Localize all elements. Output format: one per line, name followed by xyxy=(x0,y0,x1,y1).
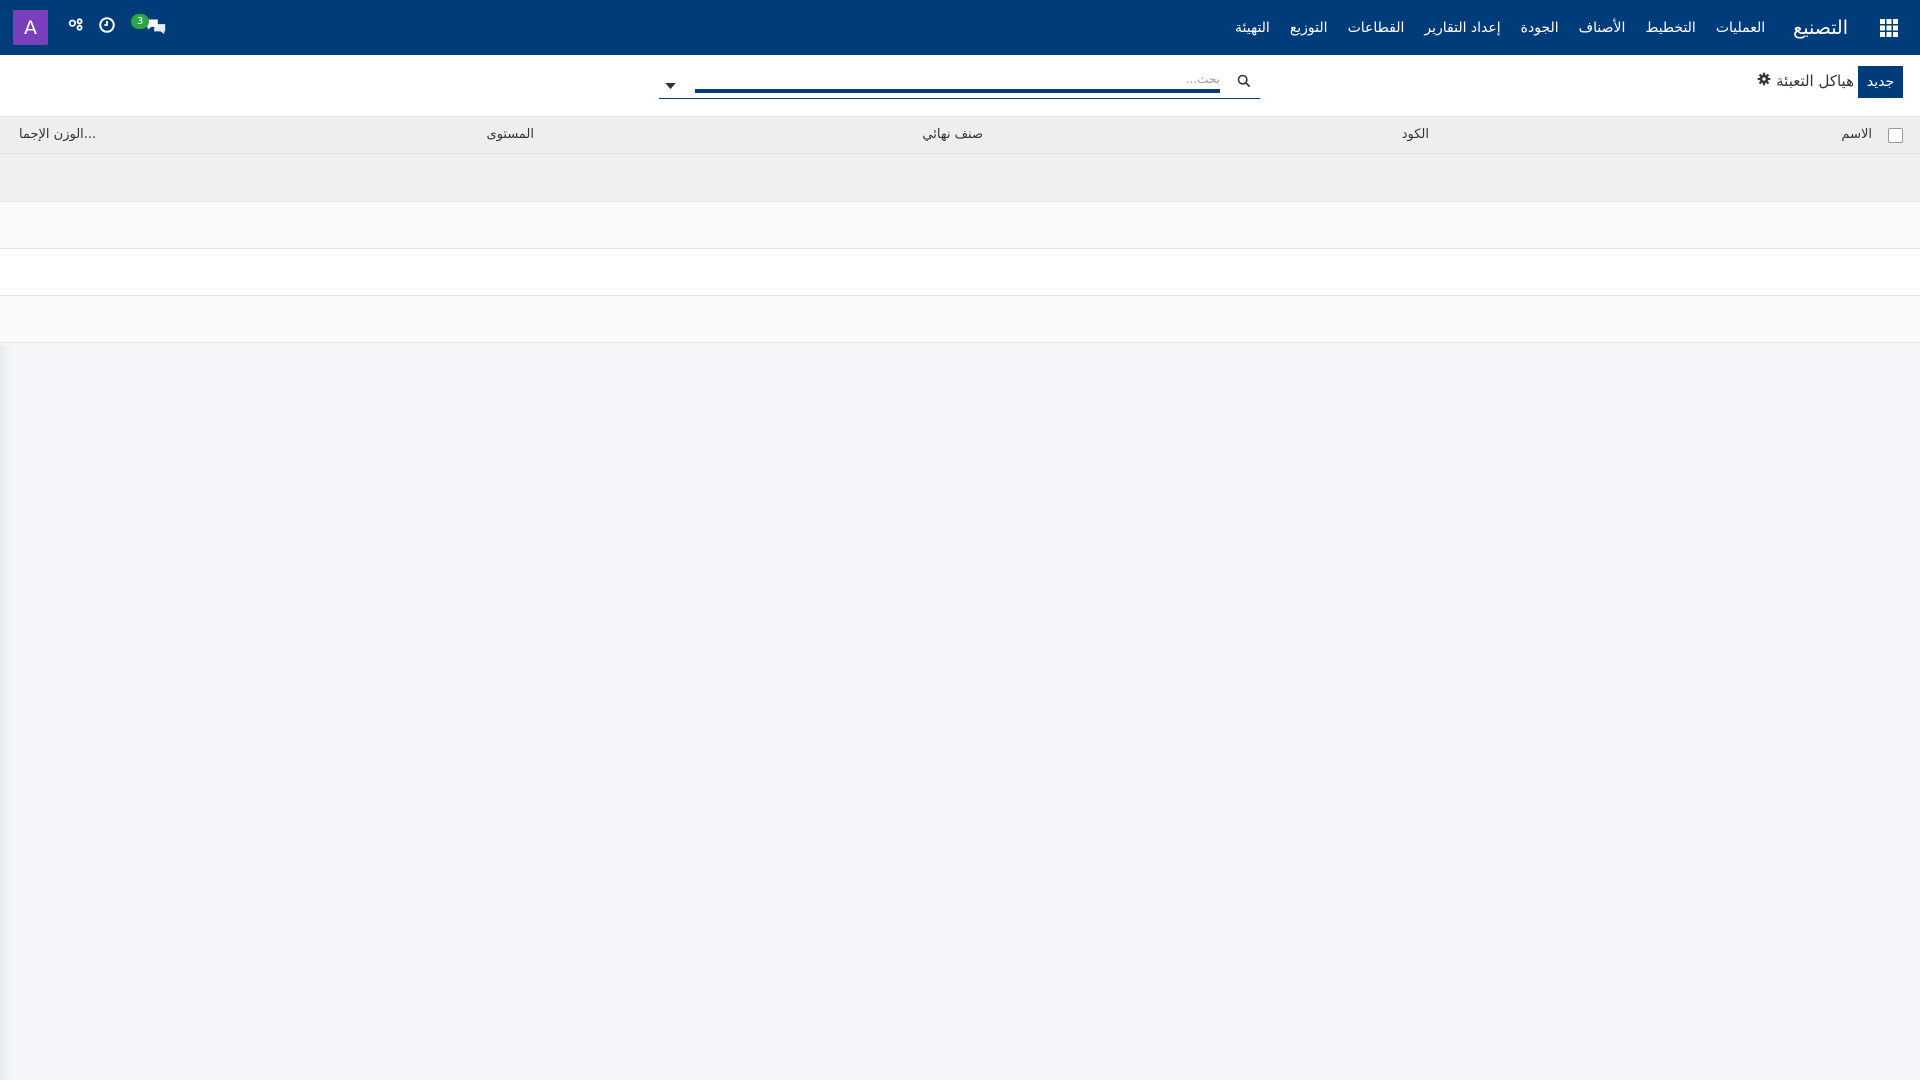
new-button[interactable]: جديد xyxy=(1858,66,1903,98)
left-edge-shadow xyxy=(0,345,12,1080)
grid-icon[interactable] xyxy=(1858,0,1920,55)
search-icon[interactable] xyxy=(1237,73,1252,88)
menu-item-quality[interactable]: الجودة xyxy=(1511,20,1569,36)
select-all-checkbox[interactable] xyxy=(1888,128,1903,143)
menu-item-products[interactable]: الأصناف xyxy=(1569,20,1636,36)
menu-item-configuration[interactable]: التهيئة xyxy=(1225,20,1280,36)
main-menu: التصنيع العمليات التخطيط الأصناف الجودة … xyxy=(1225,0,1920,55)
systray: A xyxy=(13,9,48,46)
menu-item-planning[interactable]: التخطيط xyxy=(1635,20,1705,36)
table-row xyxy=(0,154,1920,202)
caret-down-icon[interactable] xyxy=(665,75,679,90)
search-bar xyxy=(659,69,1260,99)
table-header: الاسم الكود صنف نهائي المستوى الوزن الإج… xyxy=(0,117,1920,154)
list-view: الاسم الكود صنف نهائي المستوى الوزن الإج… xyxy=(0,117,1920,343)
menu-item-reporting[interactable]: إعداد التقارير xyxy=(1414,20,1510,36)
user-avatar[interactable]: A xyxy=(13,10,48,45)
chat-badge: 3 xyxy=(131,14,149,29)
clock-icon[interactable] xyxy=(96,14,118,36)
column-header-code[interactable]: الكود xyxy=(1402,127,1429,142)
table-row xyxy=(0,249,1920,296)
control-panel: جديد هياكل التعبئة xyxy=(0,55,1920,117)
page-title: هياكل التعبئة xyxy=(1776,72,1854,90)
table-row xyxy=(0,296,1920,343)
debug-icon[interactable] xyxy=(65,14,87,36)
top-navbar: A 3 التصنيع العمليات التخطيط الأصناف الج… xyxy=(0,0,1920,55)
menu-item-operations[interactable]: العمليات xyxy=(1706,20,1775,36)
column-header-level[interactable]: المستوى xyxy=(487,127,535,142)
menu-item-distribution[interactable]: التوزيع xyxy=(1280,20,1338,36)
column-header-name[interactable]: الاسم xyxy=(1841,127,1872,142)
gear-icon[interactable] xyxy=(1757,71,1773,87)
column-header-gross-weight[interactable]: الوزن الإجما... xyxy=(19,127,96,142)
column-header-product[interactable]: صنف نهائي xyxy=(922,127,983,142)
app-title[interactable]: التصنيع xyxy=(1775,17,1858,39)
table-row xyxy=(0,202,1920,249)
menu-item-sectors[interactable]: القطاعات xyxy=(1338,20,1415,36)
search-input[interactable] xyxy=(695,69,1220,93)
